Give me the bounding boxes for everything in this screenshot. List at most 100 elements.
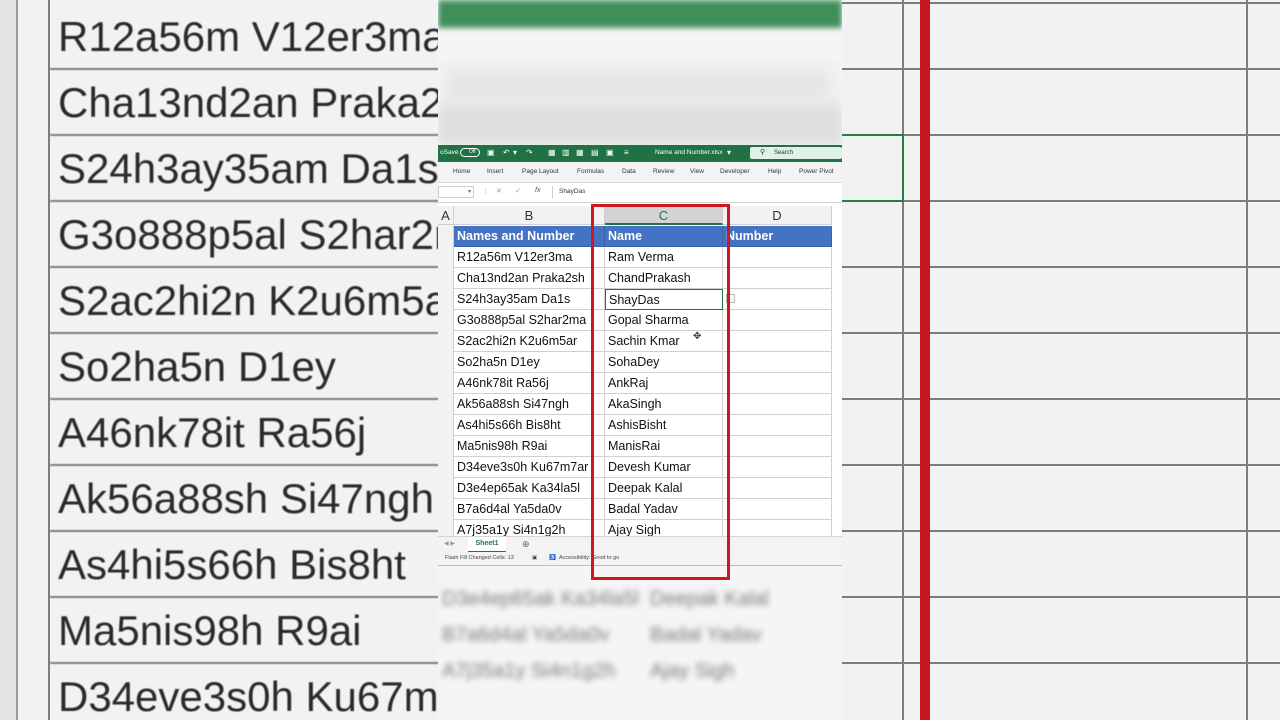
table-cell-number[interactable] (723, 436, 832, 457)
background-gridline (842, 530, 1280, 532)
table-cell-number[interactable] (723, 457, 832, 478)
row-headers (438, 225, 454, 536)
more-icon: ⋮ (482, 188, 489, 195)
insert-function-icon[interactable]: fx (535, 187, 540, 194)
table-cell-source[interactable]: Ma5nis98h R9ai (454, 436, 605, 457)
tab-data[interactable]: Data (622, 168, 636, 175)
file-dropdown-icon[interactable]: ▾ (727, 148, 731, 158)
table-cell-number[interactable] (723, 289, 832, 310)
background-gridline (842, 662, 1280, 664)
table-cell-number[interactable] (723, 373, 832, 394)
tab-review[interactable]: Review (653, 168, 674, 175)
background-gridline (842, 464, 1280, 466)
table-cell-number[interactable] (723, 394, 832, 415)
table-cell-source[interactable]: D34eve3s0h Ku67m7ar (454, 457, 605, 478)
tab-view[interactable]: View (690, 168, 704, 175)
column-header-b[interactable]: B (454, 206, 605, 225)
header-cell-names-and-number[interactable]: Names and Number (454, 226, 605, 247)
name-box[interactable]: ▾ (438, 186, 474, 198)
blurred-menu-bar (438, 34, 842, 60)
tab-help[interactable]: Help (768, 168, 781, 175)
tab-insert[interactable]: Insert (487, 168, 503, 175)
blurred-ribbon (448, 70, 828, 98)
blurred-row: A7j35a1y Si4n1g2h Ajay Sigh (442, 660, 735, 682)
tab-home[interactable]: Home (453, 168, 470, 175)
table-cell-source[interactable]: G3o888p5al S2har2ma (454, 310, 605, 331)
table-cell-source[interactable]: D3e4ep65ak Ka34la5l (454, 478, 605, 499)
macro-record-icon[interactable]: ▣ (532, 555, 537, 561)
ribbon-tabs: Home Insert Page Layout Formulas Data Re… (438, 162, 842, 183)
sheet-tab-sheet1[interactable]: Sheet1 (468, 537, 506, 553)
column-header-d[interactable]: D (723, 206, 832, 225)
table-cell-source[interactable]: A46nk78it Ra56j (454, 373, 605, 394)
background-row: As4hi5s66h Bis8ht (50, 532, 438, 598)
table-cell-source[interactable]: S2ac2hi2n K2u6m5ar (454, 331, 605, 352)
background-gridline (842, 200, 1280, 202)
table-cell-source[interactable]: Ak56a88sh Si47ngh (454, 394, 605, 415)
tab-page-layout[interactable]: Page Layout (522, 168, 559, 175)
background-row: Cha13nd2an Praka2sh (50, 70, 438, 136)
table-cell-source[interactable]: So2ha5n D1ey (454, 352, 605, 373)
background-gridline (842, 398, 1280, 400)
background-gridline (842, 134, 1280, 136)
table-cell-source[interactable]: As4hi5s66h Bis8ht (454, 415, 605, 436)
background-row-gutter (0, 0, 18, 720)
chart-icon[interactable]: ▥ (562, 148, 570, 158)
tab-formulas[interactable]: Formulas (577, 168, 604, 175)
background-row: S2ac2hi2n K2u6m5ar (50, 268, 438, 334)
image-icon[interactable]: ▤ (591, 148, 599, 158)
table-icon[interactable]: ▦ (548, 148, 556, 158)
add-sheet-icon[interactable]: ⊕ (522, 539, 530, 549)
table-cell-number[interactable] (723, 268, 832, 289)
mouse-cursor-icon: ✥ (693, 331, 702, 342)
background-row: G3o888p5al S2har2ma (50, 202, 438, 268)
autosave-toggle[interactable]: Off (460, 148, 480, 157)
grid-icon[interactable]: ▦ (576, 148, 584, 158)
table-cell-number[interactable] (723, 247, 832, 268)
background-zoom-left: R12a56m V12er3ma Cha13nd2an Praka2sh S24… (0, 0, 438, 720)
tab-power-pivot[interactable]: Power Pivot (799, 168, 834, 175)
redo-icon[interactable]: ↷ (526, 148, 533, 158)
save-icon[interactable]: ▣ (487, 148, 495, 158)
background-gridline (1246, 0, 1248, 720)
undo-dropdown-icon[interactable]: ▾ (513, 148, 517, 158)
table-cell-number[interactable] (723, 352, 832, 373)
search-placeholder: Search (774, 150, 794, 156)
background-row: S24h3ay35am Da1s (50, 136, 438, 202)
autosave-label: oSave (440, 149, 459, 156)
background-red-highlight (920, 0, 930, 720)
background-active-cell (842, 134, 904, 202)
table-cell-number[interactable] (723, 415, 832, 436)
table-cell-source[interactable]: B7a6d4al Ya5da0v (454, 499, 605, 520)
tab-developer[interactable]: Developer (720, 168, 750, 175)
table-cell-source[interactable]: S24h3ay35am Da1s (454, 289, 605, 310)
table-cell-source[interactable]: Cha13nd2an Praka2sh (454, 268, 605, 289)
column-header-a[interactable]: A (438, 206, 454, 225)
blurred-title-bar (438, 0, 842, 28)
formula-bar: ▾ ⋮ ✕ ✓ fx ShayDas (438, 183, 842, 203)
formula-input[interactable]: ShayDas (552, 186, 842, 198)
table-cell-number[interactable] (723, 331, 832, 352)
background-row: A46nk78it Ra56j (50, 400, 438, 466)
table-cell-source[interactable]: R12a56m V12er3ma (454, 247, 605, 268)
background-row: Ak56a88sh Si47ngh (50, 466, 438, 532)
background-row: So2ha5n D1ey (50, 334, 438, 400)
search-box[interactable]: ⚲ Search (750, 147, 842, 159)
title-bar: oSave Off ▣ ↶ ▾ ↷ ▦ ▥ ▦ ▤ ▣ ≡ Name and N… (438, 145, 842, 162)
form-icon[interactable]: ▣ (606, 148, 614, 158)
table-cell-number[interactable] (723, 478, 832, 499)
header-cell-number[interactable]: Number (723, 226, 832, 247)
accessibility-icon[interactable]: ♿ (549, 555, 556, 561)
customize-toolbar-icon[interactable]: ≡ (624, 148, 629, 158)
background-zoom-right (842, 0, 1280, 720)
table-cell-number[interactable] (723, 310, 832, 331)
background-gridline (842, 332, 1280, 334)
sheet-scroll-arrows-icon[interactable]: ◀ ▶ (444, 540, 455, 547)
blurred-zoom-below: D3e4ep65ak Ka34la5l Deepak Kalal B7a6d4a… (438, 566, 842, 720)
table-cell-number[interactable] (723, 499, 832, 520)
red-highlight-box (591, 204, 730, 580)
background-gridline (902, 0, 904, 720)
enter-icon[interactable]: ✓ (515, 187, 521, 195)
undo-icon[interactable]: ↶ (503, 148, 510, 158)
cancel-icon[interactable]: ✕ (496, 187, 502, 195)
